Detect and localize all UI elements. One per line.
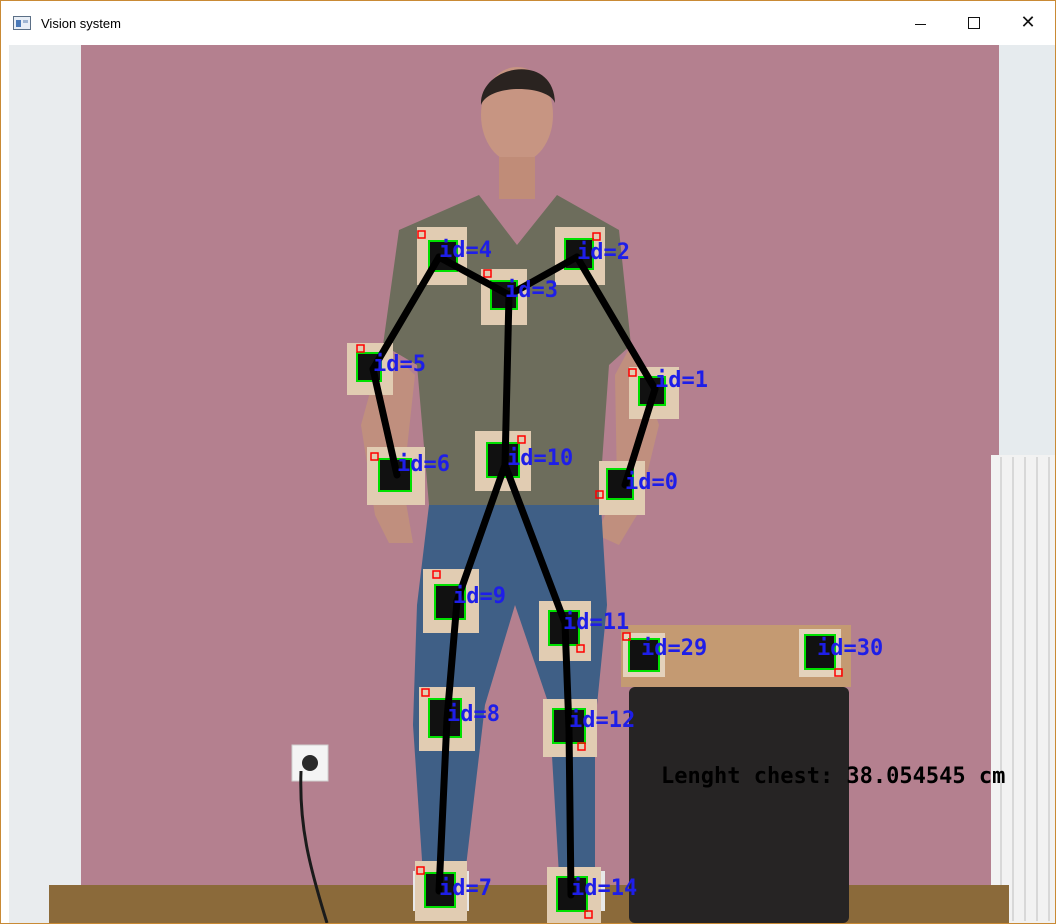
maximize-button[interactable]	[947, 1, 1001, 45]
marker-label-14: id=14	[571, 876, 637, 901]
marker-label-3: id=3	[505, 278, 558, 303]
marker-label-29: id=29	[641, 636, 707, 661]
marker-label-10: id=10	[507, 446, 573, 471]
floor	[49, 885, 1009, 923]
marker-label-6: id=6	[397, 452, 450, 477]
chest-length-readout: Lenght chest: 38.054545 cm	[661, 764, 1005, 789]
outlet-socket	[302, 755, 318, 771]
person-neck	[499, 157, 535, 199]
close-icon: ✕	[1020, 12, 1036, 33]
camera-frame: id=4 id=2 id=3 id=5 id=1 id=6 id=10 id=0…	[9, 45, 1055, 923]
marker-label-9: id=9	[453, 584, 506, 609]
app-window-icon	[13, 16, 31, 30]
close-button[interactable]: ✕	[1001, 1, 1055, 45]
window-title: Vision system	[41, 15, 121, 31]
vision-system-window: Vision system ✕ id=4 id=2 id=3 id=5 id=1…	[0, 0, 1056, 924]
marker-label-8: id=8	[447, 702, 500, 727]
left-wall-light	[9, 45, 81, 923]
marker-label-2: id=2	[577, 240, 630, 265]
camera-view: id=4 id=2 id=3 id=5 id=1 id=6 id=10 id=0…	[9, 45, 1055, 923]
marker-label-12: id=12	[569, 708, 635, 733]
marker-label-4: id=4	[439, 238, 492, 263]
marker-label-5: id=5	[373, 352, 426, 377]
black-stool	[629, 687, 849, 923]
window-controls: ✕	[893, 1, 1055, 45]
minimize-icon	[914, 23, 926, 25]
marker-label-11: id=11	[563, 610, 629, 635]
marker-label-7: id=7	[439, 876, 492, 901]
maximize-icon	[968, 17, 980, 29]
marker-label-30: id=30	[817, 636, 883, 661]
marker-label-1: id=1	[655, 368, 708, 393]
minimize-button[interactable]	[893, 1, 947, 45]
marker-label-0: id=0	[625, 470, 678, 495]
title-bar[interactable]: Vision system ✕	[1, 1, 1055, 45]
